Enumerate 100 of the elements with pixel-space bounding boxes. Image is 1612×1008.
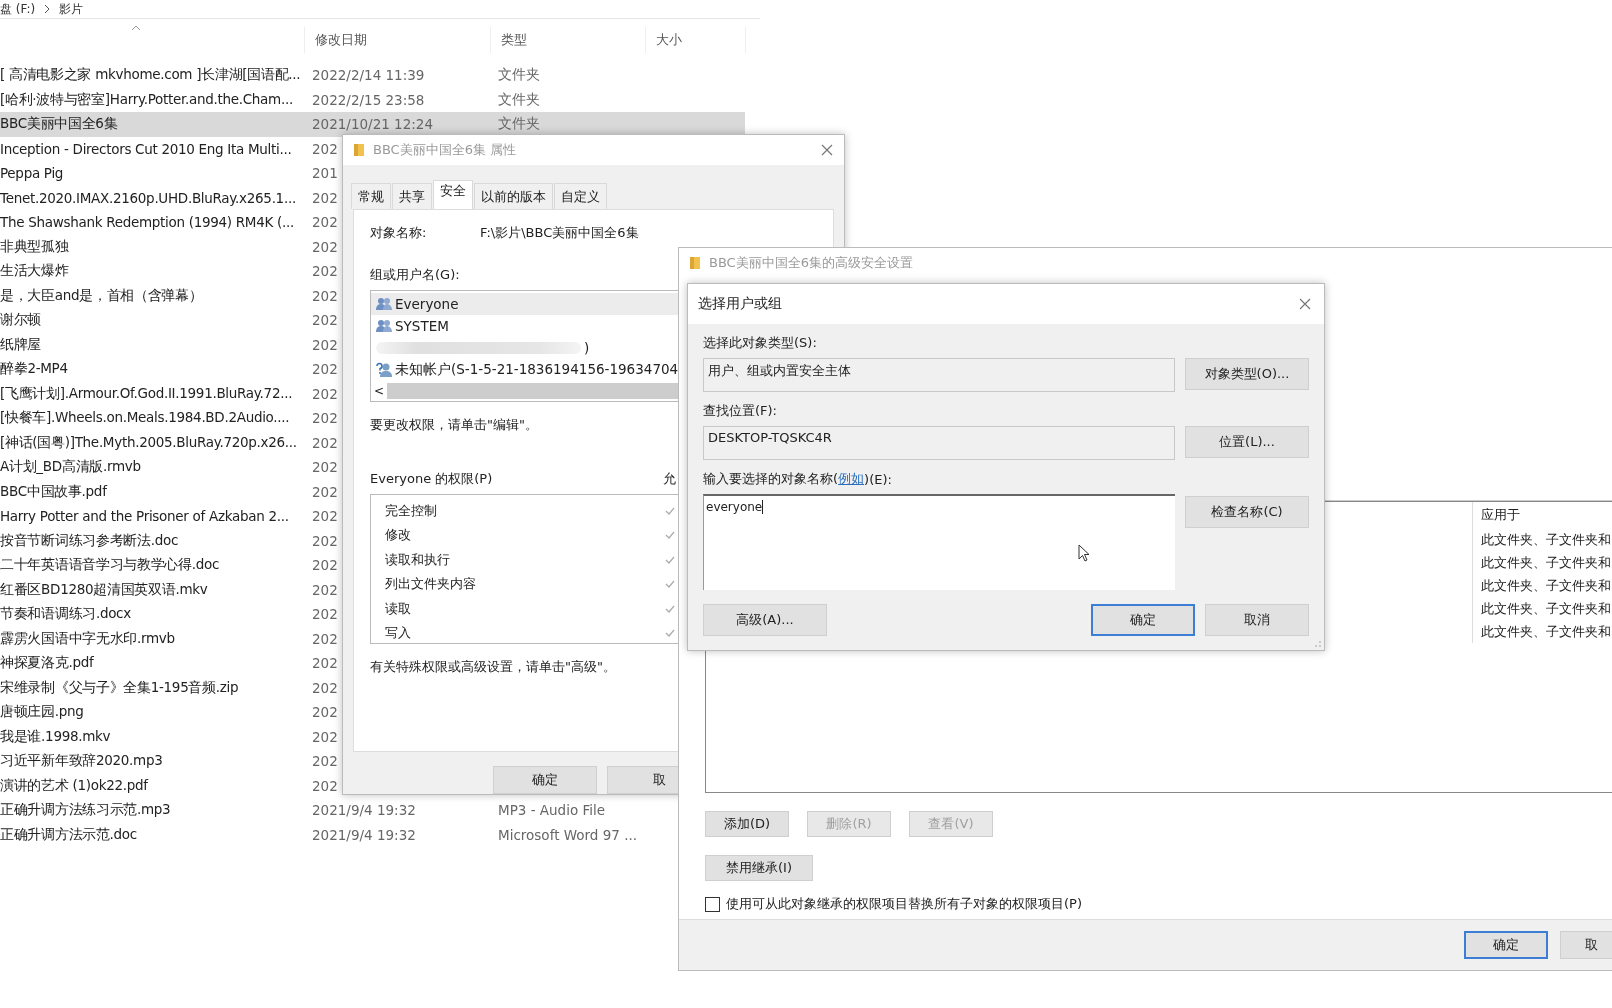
tab[interactable]: 以前的版本 xyxy=(474,183,553,209)
field-label: Everyone 的权限(P) xyxy=(370,469,493,488)
examples-link[interactable]: 例如 xyxy=(838,470,865,488)
tab[interactable]: 安全 xyxy=(433,180,473,209)
file-name: Peppa Pig xyxy=(0,165,64,182)
table-cell-text: 此文件夹、子文件夹和 xyxy=(1481,599,1611,618)
scroll-thumb[interactable] xyxy=(387,382,679,399)
file-name: 唐顿庄园.png xyxy=(0,703,84,720)
button[interactable]: 添加(D) xyxy=(705,811,789,837)
file-row[interactable]: [哈利·波特与密室]Harry.Potter.and.the.Cham... 2022/2/15 23:58 文件夹 xyxy=(0,87,745,112)
file-date: 202 xyxy=(312,287,338,304)
file-date: 202 xyxy=(312,459,338,476)
file-date: 2021/9/4 19:32 xyxy=(312,802,416,819)
folder-icon xyxy=(353,143,365,157)
folder-icon xyxy=(689,256,701,270)
check-names-button[interactable]: 检查名称(C) xyxy=(1185,496,1309,528)
file-date: 202 xyxy=(312,336,338,353)
file-date: 202 xyxy=(312,140,338,157)
table-cell-text: 此文件夹、子文件夹和 xyxy=(1481,622,1611,641)
file-name: 我是谁.1998.mkv xyxy=(0,727,111,744)
file-date: 202 xyxy=(312,777,338,794)
file-name: A计划_BD高清版.rmvb xyxy=(0,458,141,475)
file-date: 202 xyxy=(312,361,338,378)
file-date: 2022/2/15 23:58 xyxy=(312,91,425,108)
permission-name: 读取 xyxy=(385,599,411,618)
file-name: 谢尔顿 xyxy=(0,311,42,328)
close-icon[interactable] xyxy=(820,143,834,157)
disable-inheritance-button[interactable]: 禁用继承(I) xyxy=(705,855,813,881)
column-header: 允 xyxy=(663,469,676,488)
file-date: 202 xyxy=(312,385,338,402)
file-type: 文件夹 xyxy=(498,66,540,85)
file-name: The Shawshank Redemption (1994) RM4K (... xyxy=(0,214,294,231)
file-name: [快餐车].Wheels.on.Meals.1984.BD.2Audio.... xyxy=(0,409,290,426)
file-date: 202 xyxy=(312,704,338,721)
advanced-button[interactable]: 高级(A)... xyxy=(703,604,827,636)
file-date: 202 xyxy=(312,532,338,549)
file-date: 2021/9/4 19:32 xyxy=(312,826,416,843)
object-types-button[interactable]: 对象类型(O)... xyxy=(1185,358,1309,390)
field-label: 查找位置(F): xyxy=(703,402,777,420)
file-type: Microsoft Word 97 ... xyxy=(498,826,638,843)
resize-grip-icon[interactable] xyxy=(1314,640,1322,648)
column-header[interactable]: 修改日期 xyxy=(315,31,367,49)
file-date: 202 xyxy=(312,753,338,770)
file-date: 202 xyxy=(312,410,338,427)
button[interactable]: 取 xyxy=(1560,931,1612,959)
selected-row[interactable]: BBC美丽中国全6集 2021/10/21 12:24 文件夹 xyxy=(0,112,745,137)
close-icon[interactable] xyxy=(1298,297,1312,311)
unknown-user-icon xyxy=(376,361,392,378)
checkbox[interactable] xyxy=(705,896,720,912)
column-header[interactable]: 类型 xyxy=(501,31,527,49)
file-date: 202 xyxy=(312,263,338,280)
scrollbar[interactable]: < xyxy=(371,381,679,400)
file-date: 202 xyxy=(312,655,338,672)
file-name: 正确升调方法示范.doc xyxy=(0,825,137,842)
mouse-pointer-icon xyxy=(1078,544,1090,562)
file-name: 二十年英语语音学习与教学心得.doc xyxy=(0,556,220,573)
scroll-left-arrow[interactable]: < xyxy=(371,383,387,398)
permission-name: 写入 xyxy=(385,624,411,643)
file-date: 202 xyxy=(312,312,338,329)
list-item[interactable]: ) xyxy=(371,336,679,359)
file-date: 2022/2/14 11:39 xyxy=(312,67,425,84)
file-name: 非典型孤独 xyxy=(0,237,69,254)
tab[interactable]: 共享 xyxy=(392,183,432,209)
users-icon xyxy=(376,318,392,333)
tab[interactable]: 自定义 xyxy=(554,183,607,209)
table-cell-text: 此文件夹、子文件夹和 xyxy=(1481,553,1611,572)
file-date: 2021/10/21 12:24 xyxy=(312,116,433,133)
field-label: 输入要选择的对象名称(例如)(E): xyxy=(703,469,892,490)
file-name: [飞鹰计划].Armour.Of.God.II.1991.BluRay.72... xyxy=(0,384,293,401)
file-type: 文件夹 xyxy=(498,115,540,134)
list-item[interactable]: SYSTEM xyxy=(371,314,679,337)
button[interactable]: 确定 xyxy=(493,766,597,794)
file-name: BBC中国故事.pdf xyxy=(0,482,107,499)
file-type: 文件夹 xyxy=(498,90,540,109)
tab[interactable]: 常规 xyxy=(351,183,391,209)
object-names-field[interactable]: everyone xyxy=(703,494,1175,590)
file-date: 202 xyxy=(312,679,338,696)
permission-name: 完全控制 xyxy=(385,501,437,520)
file-name: 神探夏洛克.pdf xyxy=(0,654,94,671)
column-header[interactable]: 大小 xyxy=(656,31,682,49)
file-name: Harry Potter and the Prisoner of Azkaban 2... xyxy=(0,508,289,525)
locations-button[interactable]: 位置(L)... xyxy=(1185,426,1309,458)
breadcrumb-item[interactable]: 盘 (F:) xyxy=(0,0,36,18)
ok-button[interactable]: 确定 xyxy=(1091,604,1195,636)
location-field: DESKTOP-TQSKC4R xyxy=(703,426,1175,460)
field-label: 对象名称: xyxy=(370,223,428,242)
list-item[interactable]: 未知帐户(S-1-5-21-1836194156-19634704 xyxy=(371,358,679,381)
file-date: 201 xyxy=(312,165,338,182)
breadcrumb-item[interactable]: 影片 xyxy=(59,0,84,18)
file-name: [ 高清电影之家 mkvhome.com ]长津湖[国语配... xyxy=(0,66,301,83)
window-title: BBC美丽中国全6集的高级安全设置 xyxy=(709,254,913,272)
button[interactable]: 确定 xyxy=(1464,931,1548,959)
file-row[interactable]: [ 高清电影之家 mkvhome.com ]长津湖[国语配... 2022/2/14 11:39 文件夹 xyxy=(0,63,745,88)
file-name: 醉拳2-MP4 xyxy=(0,360,68,377)
list-item[interactable]: Everyone xyxy=(371,292,679,315)
cancel-button[interactable]: 取消 xyxy=(1205,604,1309,636)
hint-text: 要更改权限，请单击"编辑"。 xyxy=(370,415,538,434)
sort-caret-icon xyxy=(131,25,141,31)
file-name: 生活大爆炸 xyxy=(0,262,69,279)
file-date: 202 xyxy=(312,557,338,574)
